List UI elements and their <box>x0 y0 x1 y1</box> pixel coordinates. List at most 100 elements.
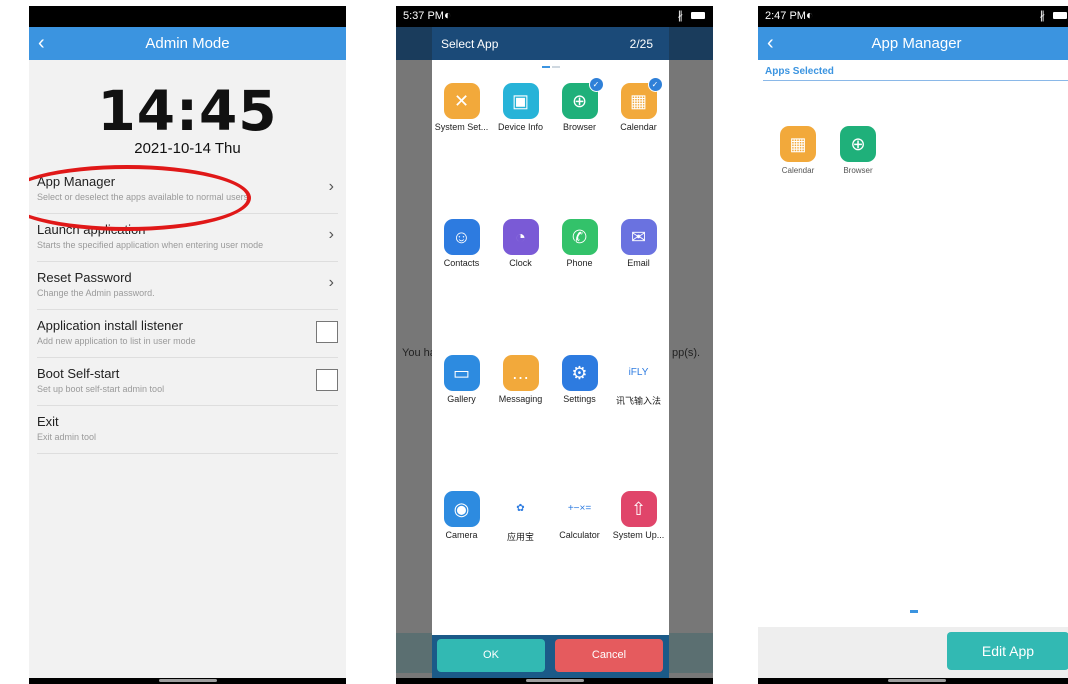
app-item[interactable]: ⚙ Settings <box>550 355 609 404</box>
bluetooth-icon: ∦ <box>677 10 684 22</box>
section-label: Apps Selected <box>765 66 834 77</box>
admin-menu: App Manager Select or deselect the apps … <box>29 166 346 454</box>
page-title: App Manager <box>871 35 962 52</box>
battery-icon <box>691 12 705 19</box>
status-settings-icon: ◐ <box>444 8 452 22</box>
menu-item-launch-application[interactable]: Launch application Starts the specified … <box>37 214 338 262</box>
battery-icon <box>1053 12 1067 19</box>
cancel-button[interactable]: Cancel <box>555 639 663 672</box>
app-item[interactable]: ✆ Phone <box>550 219 609 268</box>
select-app-dialog: Select App 2/25 ✕ System Set... ▣ Device In… <box>432 27 669 678</box>
page-title: Admin Mode <box>145 35 230 52</box>
status-settings-icon: ◐ <box>806 8 814 22</box>
menu-item-subtitle: Change the Admin password. <box>37 288 155 298</box>
app-label: Phone <box>566 258 593 268</box>
chevron-right-icon: › <box>328 178 334 195</box>
selected-app-item[interactable]: ▦ Calendar <box>768 126 828 175</box>
message-icon: … <box>502 355 539 391</box>
home-indicator[interactable] <box>887 679 946 682</box>
footer-bar: Edit App <box>758 627 1068 678</box>
background-text-right: pp(s). <box>672 347 701 359</box>
app-item[interactable]: ◉ Camera <box>432 491 491 540</box>
app-label: 讯飞输入法 <box>615 396 661 406</box>
nav-bar <box>758 678 1068 684</box>
install-listener-checkbox[interactable] <box>316 321 338 343</box>
dialog-footer: OK Cancel <box>432 635 669 678</box>
page-counter: 2/25 <box>629 37 653 51</box>
dialog-header: Select App 2/25 <box>432 27 669 60</box>
menu-item-title: Exit <box>37 414 59 429</box>
menu-item-boot-self-start[interactable]: Boot Self-start Set up boot self-start a… <box>37 358 338 406</box>
app-item[interactable]: ▭ Gallery <box>432 355 491 404</box>
menu-item-install-listener[interactable]: Application install listener Add new app… <box>37 310 338 358</box>
system-update-icon: ⇧ <box>620 491 657 527</box>
app-item[interactable]: ✕ System Set... <box>432 83 491 132</box>
email-icon: ✉ <box>620 219 657 255</box>
app-item[interactable]: ✉ Email <box>609 219 668 268</box>
date-display: 2021-10-14 Thu <box>134 140 241 157</box>
clock-display: 14:45 <box>97 79 278 143</box>
menu-item-exit[interactable]: Exit Exit admin tool <box>37 406 338 454</box>
nav-bar <box>29 678 346 684</box>
status-time: 2:47 PM <box>765 10 806 22</box>
status-bar: 2:47 PM ◐ ∦ <box>758 6 1068 27</box>
app-item[interactable]: ▦ ✓ Calendar <box>609 77 668 132</box>
app-label: Calendar <box>620 122 657 132</box>
calendar-icon: ▦ <box>780 126 816 162</box>
chevron-right-icon: › <box>328 226 334 243</box>
home-indicator[interactable] <box>158 679 217 682</box>
menu-item-title: Reset Password <box>37 270 132 285</box>
selected-app-item[interactable]: ⊕ Browser <box>828 126 888 175</box>
menu-item-title: Application install listener <box>37 318 183 333</box>
app-item[interactable]: ☺ Contacts <box>432 219 491 268</box>
globe-icon: ⊕ <box>840 126 876 162</box>
app-label: Device Info <box>497 122 544 132</box>
home-indicator[interactable] <box>525 679 584 682</box>
check-icon: ✓ <box>647 77 663 92</box>
nav-bar <box>396 678 713 684</box>
app-label: Camera <box>445 530 478 540</box>
admin-mode-screen: ‹ Admin Mode 14:45 2021-10-14 Thu App Ma… <box>29 6 346 684</box>
contacts-icon: ☺ <box>443 219 480 255</box>
chip-icon: ▣ <box>502 83 539 119</box>
menu-item-subtitle: Set up boot self-start admin tool <box>37 384 165 394</box>
app-item[interactable]: +−×= Calculator <box>550 491 609 540</box>
edit-app-button[interactable]: Edit App <box>947 632 1068 670</box>
app-label: Calendar <box>781 166 815 175</box>
app-label: Contacts <box>443 258 480 268</box>
status-bar <box>29 6 346 27</box>
menu-item-title: Launch application <box>37 222 146 237</box>
menu-item-title: App Manager <box>37 174 116 189</box>
page-indicator <box>432 66 669 76</box>
app-item[interactable]: ⊕ ✓ Browser <box>550 77 609 132</box>
menu-item-title: Boot Self-start <box>37 366 120 381</box>
gallery-icon: ▭ <box>443 355 480 391</box>
app-item[interactable]: iFLY 讯飞输入法 <box>609 355 668 407</box>
app-label: Clock <box>509 258 532 268</box>
background-text-left: You ha <box>402 347 436 359</box>
menu-item-app-manager[interactable]: App Manager Select or deselect the apps … <box>37 166 338 214</box>
app-item[interactable]: … Messaging <box>491 355 550 404</box>
menu-item-subtitle: Starts the specified application when en… <box>37 240 264 250</box>
menu-item-reset-password[interactable]: Reset Password Change the Admin password… <box>37 262 338 310</box>
app-bar: ‹ Admin Mode <box>29 27 346 60</box>
app-item[interactable]: ✿ 应用宝 <box>491 491 550 543</box>
ok-button[interactable]: OK <box>437 639 545 672</box>
camera-icon: ◉ <box>443 491 480 527</box>
app-label: Browser <box>843 166 873 175</box>
app-manager-screen: 2:47 PM ◐ ∦ ‹ App Manager Apps Selected … <box>758 6 1068 684</box>
status-bar: 5:37 PM ◐ ∦ <box>396 6 713 27</box>
menu-item-subtitle: Exit admin tool <box>37 432 97 442</box>
app-label: Messaging <box>498 394 543 404</box>
app-item[interactable]: ◔ Clock <box>491 219 550 268</box>
section-divider <box>763 80 1068 81</box>
boot-self-start-checkbox[interactable] <box>316 369 338 391</box>
app-item[interactable]: ⇧ System Up... <box>609 491 668 540</box>
status-time: 5:37 PM <box>403 10 444 22</box>
select-app-screen: 5:37 PM ◐ ∦ You ha pp(s). Select App 2/2… <box>396 6 713 684</box>
app-store-icon: ✿ <box>502 491 539 527</box>
app-label: Settings <box>563 394 596 404</box>
app-item[interactable]: ▣ Device Info <box>491 83 550 132</box>
clock-icon: ◔ <box>502 219 539 255</box>
settings-icon: ⚙ <box>561 355 598 391</box>
